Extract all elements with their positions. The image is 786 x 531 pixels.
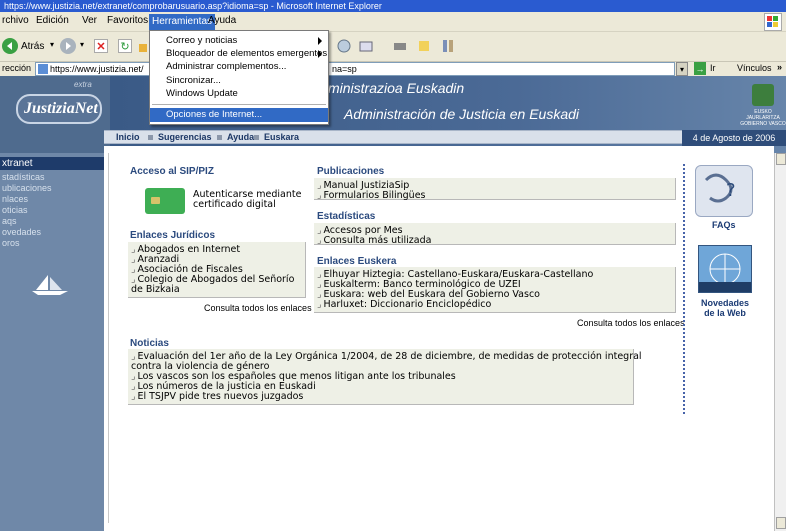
menu-favoritos[interactable]: Favoritos bbox=[107, 15, 148, 26]
sidebar-item-novedades[interactable]: ovedades bbox=[0, 227, 104, 237]
sidebar-item-publicaciones[interactable]: ublicaciones bbox=[0, 183, 104, 193]
submenu-arrow-icon bbox=[318, 50, 322, 58]
address-url-right: na=sp bbox=[332, 64, 357, 74]
edit-icon[interactable] bbox=[416, 38, 432, 54]
faqs-link[interactable]: FAQs bbox=[712, 220, 736, 230]
nav-sugerencias[interactable]: Sugerencias bbox=[158, 131, 212, 143]
forward-arrow-icon[interactable] bbox=[60, 38, 76, 54]
address-input[interactable]: https://www.justizia.net/ na=sp bbox=[35, 62, 675, 76]
logo-extra: extra bbox=[74, 80, 92, 89]
links-chevron-icon[interactable]: » bbox=[777, 62, 782, 72]
section-title-noticias: Noticias bbox=[130, 338, 169, 349]
refresh-icon[interactable]: ↻ bbox=[118, 39, 132, 53]
address-bar: rección https://www.justizia.net/ na=sp … bbox=[0, 62, 786, 76]
list-item[interactable]: ⌟ El TSJPV pide tres nuevos juzgados bbox=[131, 392, 303, 402]
justizianet-logo[interactable]: JustiziaNet bbox=[16, 94, 102, 124]
list-item[interactable]: ⌟ Consulta más utilizada bbox=[317, 236, 431, 246]
sidebar-item-foros[interactable]: oros bbox=[0, 238, 104, 248]
sidebar-item-extranet[interactable]: xtranet bbox=[0, 157, 104, 170]
faq-question-icon[interactable]: ? bbox=[695, 165, 753, 217]
back-button-label[interactable]: Atrás bbox=[21, 41, 44, 52]
section-title-publicaciones: Publicaciones bbox=[317, 166, 385, 177]
nav-separator bbox=[217, 135, 222, 140]
menu-item-bloqueador[interactable]: Bloqueador de elementos emergentes bbox=[150, 47, 328, 61]
menu-herramientas[interactable]: Herramientas bbox=[149, 14, 216, 30]
menu-item-windows-update[interactable]: Windows Update bbox=[150, 87, 328, 101]
toolbar: Atrás ▾ ▾ ✕ ↻ bbox=[0, 32, 786, 62]
menu-item-sincronizar[interactable]: Sincronizar... bbox=[150, 74, 328, 88]
euskera-more-link[interactable]: Consulta todos los enlaces bbox=[577, 318, 685, 328]
window-titlebar: https://www.justizia.net/extranet/compro… bbox=[0, 0, 786, 12]
site-nav: Inicio Sugerencias Ayuda Euskara bbox=[104, 130, 782, 144]
menu-ver[interactable]: Ver bbox=[82, 15, 97, 26]
menu-item-correo[interactable]: Correo y noticias bbox=[150, 34, 328, 48]
nav-separator bbox=[254, 135, 259, 140]
sidebar-item-noticias[interactable]: oticias bbox=[0, 205, 104, 215]
address-dropdown-icon[interactable]: ▾ bbox=[676, 62, 688, 76]
header-title-spanish: Administración de Justicia en Euskadi bbox=[344, 106, 580, 122]
scroll-down-icon[interactable] bbox=[776, 517, 786, 529]
scroll-up-icon[interactable] bbox=[776, 153, 786, 165]
menu-ayuda[interactable]: Ayuda bbox=[208, 15, 236, 26]
list-item[interactable]: ⌟ Formularios Bilingües bbox=[317, 191, 426, 201]
nav-separator bbox=[148, 135, 153, 140]
print-icon[interactable] bbox=[392, 38, 408, 54]
sidebar-item-enlaces[interactable]: nlaces bbox=[0, 194, 104, 204]
links-button[interactable]: Vínculos bbox=[737, 63, 772, 73]
page-icon bbox=[38, 64, 48, 74]
menu-separator bbox=[152, 104, 326, 105]
content-divider bbox=[108, 153, 109, 523]
media-icon[interactable] bbox=[336, 38, 352, 54]
nav-inicio[interactable]: Inicio bbox=[116, 131, 140, 143]
address-label: rección bbox=[2, 63, 32, 73]
government-name: EUSKO JAURLARITZA GOBIERNO VASCO bbox=[740, 109, 786, 127]
mail-icon[interactable] bbox=[358, 38, 374, 54]
herramientas-menu: Correo y noticias Bloqueador de elemento… bbox=[149, 30, 329, 125]
section-title-estadisticas: Estadísticas bbox=[317, 211, 376, 222]
messenger-icon[interactable] bbox=[440, 38, 456, 54]
menu-archivo[interactable]: rchivo bbox=[2, 15, 29, 26]
nav-ayuda[interactable]: Ayuda bbox=[227, 131, 254, 143]
menu-item-opciones-internet[interactable]: Opciones de Internet... bbox=[150, 108, 328, 122]
certificate-card-icon[interactable] bbox=[145, 188, 185, 214]
list-item[interactable]: de Bizkaia bbox=[131, 285, 180, 295]
address-url-left: https://www.justizia.net/ bbox=[50, 64, 144, 74]
vertical-scrollbar[interactable] bbox=[774, 153, 786, 531]
home-icon[interactable] bbox=[138, 39, 148, 53]
section-title-acceso: Acceso al SIP/PIZ bbox=[130, 166, 214, 177]
back-dropdown-icon[interactable]: ▾ bbox=[50, 40, 54, 49]
web-news-icon[interactable] bbox=[698, 245, 752, 293]
menu-item-complementos[interactable]: Administrar complementos... bbox=[150, 60, 328, 74]
svg-text:?: ? bbox=[726, 180, 736, 201]
right-column-divider bbox=[683, 164, 685, 414]
juridicos-more-link[interactable]: Consulta todos los enlaces bbox=[204, 303, 312, 313]
menu-bar: rchivo Edición Ver Favoritos Herramienta… bbox=[0, 12, 786, 32]
sidebar-item-faqs[interactable]: aqs bbox=[0, 216, 104, 226]
nav-euskara[interactable]: Euskara bbox=[264, 131, 299, 143]
list-item[interactable]: ⌟ Harluxet: Diccionario Enciclopédico bbox=[317, 300, 491, 310]
auth-text-2[interactable]: certificado digital bbox=[193, 200, 276, 210]
novedades-link[interactable]: Novedades de la Web bbox=[695, 298, 755, 318]
back-arrow-icon[interactable] bbox=[2, 38, 18, 54]
current-date: 4 de Agosto de 2006 bbox=[682, 130, 786, 146]
sidebar: xtranet stadísticas ublicaciones nlaces … bbox=[0, 153, 104, 531]
header-title-basque: ministrazioa Euskadin bbox=[328, 80, 465, 96]
go-button[interactable]: Ir bbox=[710, 63, 716, 73]
section-title-euskera: Enlaces Euskera bbox=[317, 256, 397, 267]
menu-edicion[interactable]: Edición bbox=[36, 15, 69, 26]
government-crest-icon bbox=[752, 84, 774, 106]
submenu-arrow-icon bbox=[318, 37, 322, 45]
section-title-juridicos: Enlaces Jurídicos bbox=[130, 230, 216, 241]
go-arrow-icon[interactable]: → bbox=[694, 62, 706, 75]
sidebar-item-estadisticas[interactable]: stadísticas bbox=[0, 172, 104, 182]
forward-dropdown-icon[interactable]: ▾ bbox=[80, 40, 84, 49]
boat-logo-icon bbox=[30, 273, 70, 300]
windows-flag-icon bbox=[764, 13, 782, 31]
stop-icon[interactable]: ✕ bbox=[94, 39, 108, 53]
